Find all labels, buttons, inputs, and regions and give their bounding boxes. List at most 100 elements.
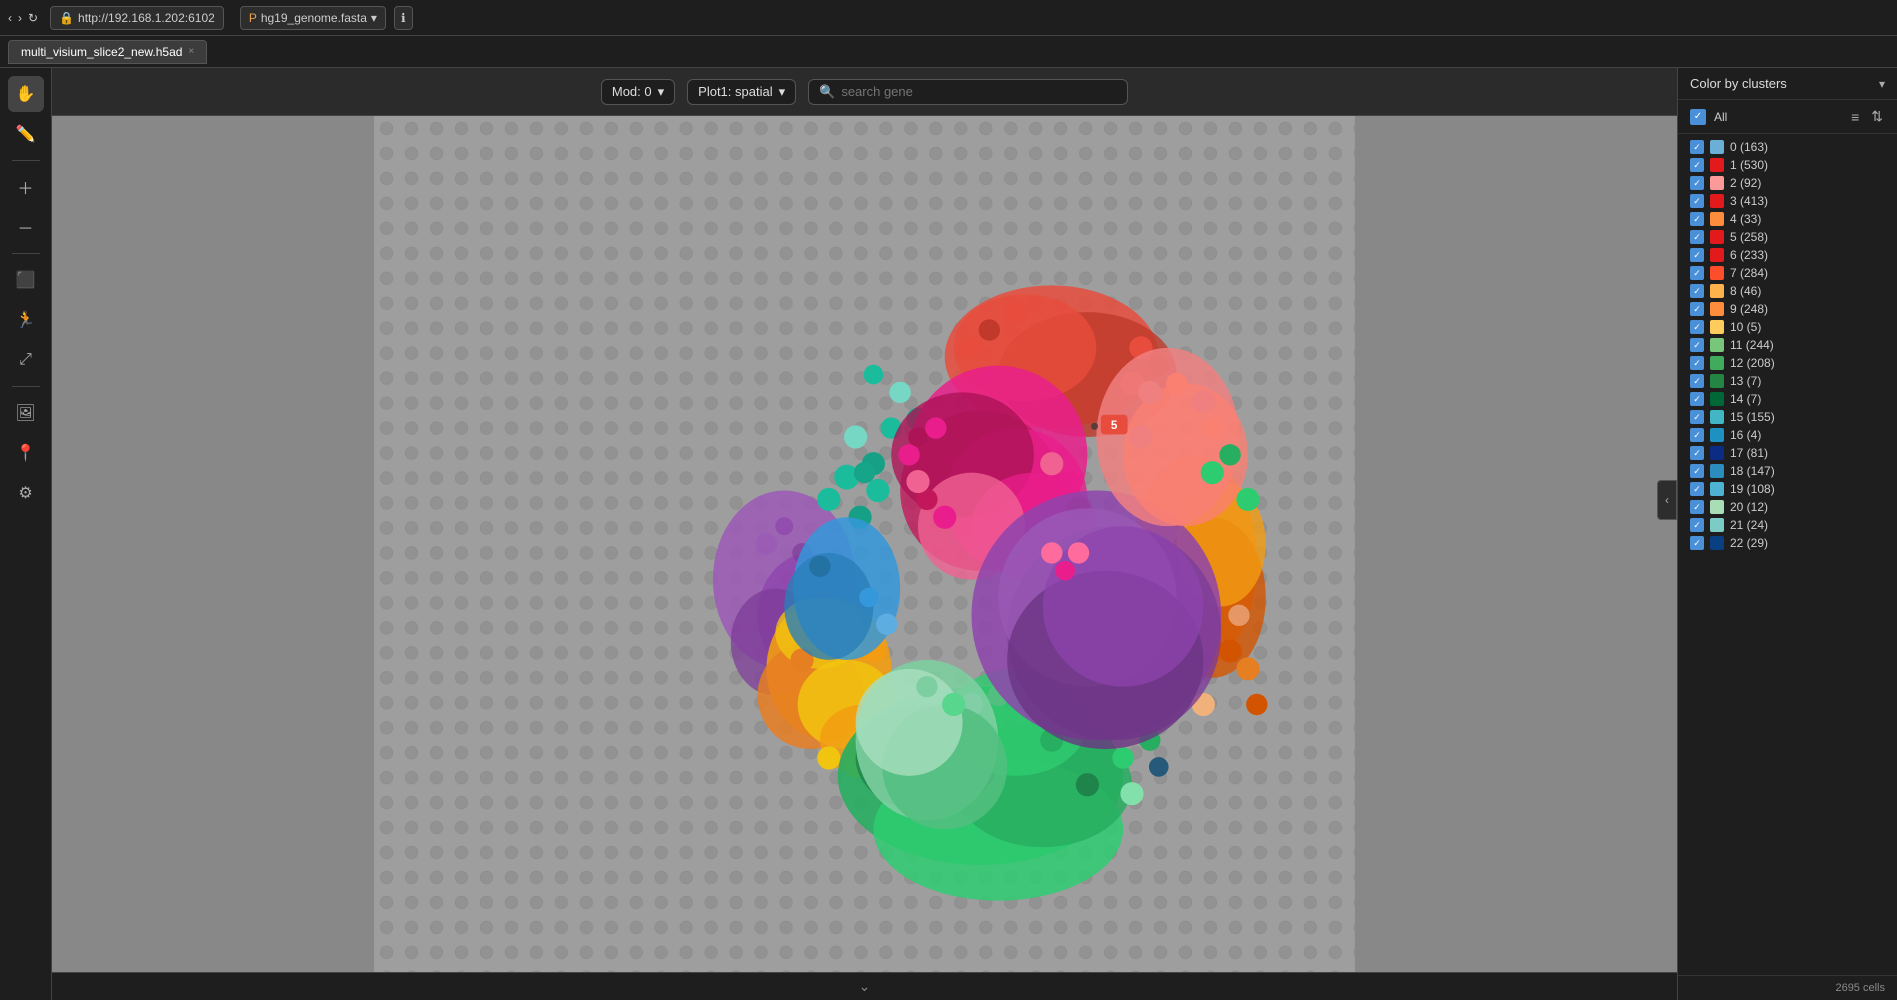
cluster-checkbox[interactable]: ✓ xyxy=(1690,230,1704,244)
cluster-item[interactable]: ✓ 17 (81) xyxy=(1678,444,1897,462)
filter-icon[interactable]: ≡ xyxy=(1849,107,1861,127)
edit-tool-button[interactable]: ✏️ xyxy=(8,116,44,152)
settings-button[interactable]: ⚙ xyxy=(8,475,44,511)
cluster-checkbox[interactable]: ✓ xyxy=(1690,518,1704,532)
layers-button[interactable]: ⬛ xyxy=(8,262,44,298)
nav-forward-icon[interactable]: › xyxy=(18,11,22,25)
cluster-checkbox[interactable]: ✓ xyxy=(1690,212,1704,226)
cluster-checkbox[interactable]: ✓ xyxy=(1690,536,1704,550)
panel-chevron-icon[interactable]: ▾ xyxy=(1879,77,1885,91)
cluster-checkbox[interactable]: ✓ xyxy=(1690,356,1704,370)
svg-text:5: 5 xyxy=(1111,420,1118,432)
cluster-checkbox[interactable]: ✓ xyxy=(1690,248,1704,262)
cluster-item[interactable]: ✓ 15 (155) xyxy=(1678,408,1897,426)
cluster-item[interactable]: ✓ 21 (24) xyxy=(1678,516,1897,534)
cluster-label: 20 (12) xyxy=(1730,500,1768,514)
cluster-checkbox[interactable]: ✓ xyxy=(1690,392,1704,406)
cluster-label: 5 (258) xyxy=(1730,230,1768,244)
cluster-checkbox[interactable]: ✓ xyxy=(1690,428,1704,442)
cluster-checkbox[interactable]: ✓ xyxy=(1690,158,1704,172)
right-panel: Color by clusters ▾ ✓ All ≡ ⇅ ✓ 0 (163) … xyxy=(1677,68,1897,1000)
cluster-item[interactable]: ✓ 8 (46) xyxy=(1678,282,1897,300)
cluster-label: 4 (33) xyxy=(1730,212,1761,226)
toolbar-divider-2 xyxy=(12,253,40,254)
info-icon: ℹ xyxy=(401,11,406,25)
top-bar: Mod: 0 ▾ Plot1: spatial ▾ 🔍 xyxy=(52,68,1677,116)
cluster-checkbox[interactable]: ✓ xyxy=(1690,284,1704,298)
cluster-label: 15 (155) xyxy=(1730,410,1775,424)
cluster-color-swatch xyxy=(1710,302,1724,316)
cluster-checkbox[interactable]: ✓ xyxy=(1690,464,1704,478)
collapse-icon: ⌄ xyxy=(859,978,871,995)
gene-search-input[interactable] xyxy=(841,84,1117,99)
mod-selector[interactable]: Mod: 0 ▾ xyxy=(601,79,675,105)
plot-selector[interactable]: Plot1: spatial ▾ xyxy=(687,79,796,105)
address-text: http://192.168.1.202:6102 xyxy=(78,11,215,25)
move-button[interactable]: 🏃 xyxy=(8,302,44,338)
select-all-checkbox[interactable]: ✓ xyxy=(1690,109,1706,125)
cluster-checkbox[interactable]: ✓ xyxy=(1690,266,1704,280)
cluster-item[interactable]: ✓ 11 (244) xyxy=(1678,336,1897,354)
cluster-item[interactable]: ✓ 19 (108) xyxy=(1678,480,1897,498)
active-tab[interactable]: multi_visium_slice2_new.h5ad × xyxy=(8,40,207,64)
spatial-canvas[interactable]: 5 xyxy=(52,116,1677,972)
cluster-checkbox[interactable]: ✓ xyxy=(1690,176,1704,190)
zoom-out-button[interactable]: － xyxy=(8,209,44,245)
image-button[interactable]: 🖼 xyxy=(8,395,44,431)
cluster-item[interactable]: ✓ 0 (163) xyxy=(1678,138,1897,156)
cluster-item[interactable]: ✓ 12 (208) xyxy=(1678,354,1897,372)
sort-icon[interactable]: ⇅ xyxy=(1869,106,1885,127)
cluster-label: 11 (244) xyxy=(1730,338,1774,352)
cluster-item[interactable]: ✓ 9 (248) xyxy=(1678,300,1897,318)
cluster-item[interactable]: ✓ 14 (7) xyxy=(1678,390,1897,408)
cluster-checkbox[interactable]: ✓ xyxy=(1690,500,1704,514)
cluster-item[interactable]: ✓ 4 (33) xyxy=(1678,210,1897,228)
cluster-item[interactable]: ✓ 16 (4) xyxy=(1678,426,1897,444)
gene-search-box[interactable]: 🔍 xyxy=(808,79,1128,105)
browser-chrome: ‹ › ↻ 🔒 http://192.168.1.202:6102 P hg19… xyxy=(0,0,1897,36)
cluster-checkbox[interactable]: ✓ xyxy=(1690,446,1704,460)
cluster-item[interactable]: ✓ 10 (5) xyxy=(1678,318,1897,336)
cluster-item[interactable]: ✓ 5 (258) xyxy=(1678,228,1897,246)
cluster-color-swatch xyxy=(1710,500,1724,514)
pointer-tool-button[interactable]: ✋ xyxy=(8,76,44,112)
cluster-item[interactable]: ✓ 20 (12) xyxy=(1678,498,1897,516)
address-bar[interactable]: 🔒 http://192.168.1.202:6102 xyxy=(50,6,224,30)
cluster-checkbox[interactable]: ✓ xyxy=(1690,410,1704,424)
zoom-in-button[interactable]: ＋ xyxy=(8,169,44,205)
cluster-item[interactable]: ✓ 22 (29) xyxy=(1678,534,1897,552)
cluster-list: ✓ 0 (163) ✓ 1 (530) ✓ 2 (92) ✓ 3 (413) ✓… xyxy=(1678,134,1897,975)
cluster-item[interactable]: ✓ 6 (233) xyxy=(1678,246,1897,264)
cluster-checkbox[interactable]: ✓ xyxy=(1690,374,1704,388)
left-toolbar: ✋ ✏️ ＋ － ⬛ 🏃 ⤢ 🖼 📍 ⚙ xyxy=(0,68,52,1000)
cluster-item[interactable]: ✓ 7 (284) xyxy=(1678,264,1897,282)
cluster-checkbox[interactable]: ✓ xyxy=(1690,320,1704,334)
cluster-item[interactable]: ✓ 13 (7) xyxy=(1678,372,1897,390)
nav-refresh-icon[interactable]: ↻ xyxy=(28,11,38,25)
fasta-tab[interactable]: P hg19_genome.fasta ▾ xyxy=(240,6,386,30)
right-panel-header: Color by clusters ▾ xyxy=(1678,68,1897,100)
cluster-checkbox[interactable]: ✓ xyxy=(1690,482,1704,496)
cluster-color-swatch xyxy=(1710,266,1724,280)
cluster-checkbox[interactable]: ✓ xyxy=(1690,194,1704,208)
cluster-color-swatch xyxy=(1710,428,1724,442)
cluster-checkbox[interactable]: ✓ xyxy=(1690,338,1704,352)
cluster-label: 18 (147) xyxy=(1730,464,1775,478)
cluster-label: 10 (5) xyxy=(1730,320,1761,334)
cluster-checkbox[interactable]: ✓ xyxy=(1690,302,1704,316)
info-icon-area[interactable]: ℹ xyxy=(394,6,413,30)
bottom-collapse-bar[interactable]: ⌄ xyxy=(52,972,1677,1000)
nav-back-icon[interactable]: ‹ xyxy=(8,11,12,25)
cluster-item[interactable]: ✓ 2 (92) xyxy=(1678,174,1897,192)
cluster-item[interactable]: ✓ 1 (530) xyxy=(1678,156,1897,174)
lock-icon: 🔒 xyxy=(59,11,74,25)
resize-button[interactable]: ⤢ xyxy=(8,342,44,378)
cluster-checkbox[interactable]: ✓ xyxy=(1690,140,1704,154)
pin-button[interactable]: 📍 xyxy=(8,435,44,471)
fasta-label: hg19_genome.fasta xyxy=(261,11,367,25)
cluster-item[interactable]: ✓ 18 (147) xyxy=(1678,462,1897,480)
cluster-item[interactable]: ✓ 3 (413) xyxy=(1678,192,1897,210)
mod-label: Mod: 0 xyxy=(612,84,652,99)
panel-expand-button[interactable]: ‹ xyxy=(1657,480,1677,520)
tab-close-icon[interactable]: × xyxy=(188,46,194,57)
